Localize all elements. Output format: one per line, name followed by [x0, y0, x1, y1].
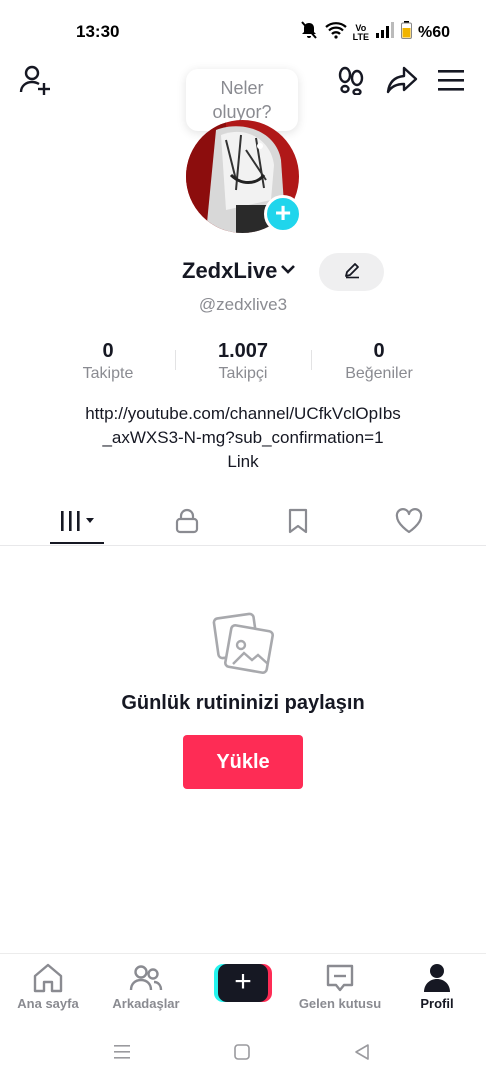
heart-icon [395, 507, 423, 539]
nav-label: Profil [420, 996, 454, 1011]
inbox-icon [295, 962, 385, 994]
stat-label: Takipçi [218, 365, 268, 382]
network-type: LTE [352, 31, 369, 42]
profile-icon [392, 962, 482, 994]
edit-profile-button[interactable] [319, 253, 384, 291]
bookmark-icon [287, 508, 309, 539]
volte-icon: Vo LTE [352, 22, 369, 42]
nav-label: Arkadaşlar [112, 996, 180, 1011]
back-triangle-icon[interactable] [350, 1040, 374, 1064]
person-add-icon [18, 63, 52, 102]
friends-icon [101, 962, 191, 994]
stat-value: 0 [373, 340, 385, 362]
photos-icon [212, 612, 274, 674]
share-profile-button[interactable] [384, 64, 420, 100]
stat-value: 1.007 [217, 340, 269, 362]
stat-following[interactable]: 0 Takipte [58, 340, 158, 383]
nav-friends[interactable]: Arkadaşlar [101, 962, 191, 1011]
lock-icon [175, 508, 199, 539]
create-icon: + [218, 964, 268, 1002]
add-friend-button[interactable] [17, 64, 53, 100]
chevron-down-icon [280, 262, 296, 280]
menu-button[interactable] [433, 64, 469, 100]
pencil-icon [343, 261, 361, 284]
share-icon [386, 65, 418, 100]
nav-inbox[interactable]: Gelen kutusu [295, 962, 385, 1011]
signal-icon [375, 22, 395, 43]
profile-bio[interactable]: http://youtube.com/channel/UCfkVclOpIbs … [0, 402, 486, 474]
plus-icon: + [274, 197, 292, 228]
status-bar: 13:30 Vo LTE %60 [0, 0, 486, 62]
battery-level: %60 [417, 23, 450, 41]
account-switcher[interactable]: ZedxLive [182, 258, 296, 284]
divider [175, 350, 176, 370]
profile-stats: 0 Takipte 1.007 Takipçi 0 Beğeniler [0, 340, 486, 390]
active-tab-indicator [50, 542, 104, 544]
nav-home[interactable]: Ana sayfa [3, 962, 93, 1011]
wifi-icon [324, 21, 347, 44]
footprints-button[interactable] [333, 64, 369, 100]
stat-label: Takipte [82, 365, 134, 382]
upload-button[interactable]: Yükle [183, 735, 303, 789]
divider [311, 350, 312, 370]
menu-icon [437, 68, 465, 97]
tab-private[interactable] [160, 500, 214, 546]
battery-icon [400, 21, 412, 44]
add-story-button[interactable]: + [264, 195, 302, 233]
nav-label: Gelen kutusu [298, 996, 382, 1011]
bottom-navigation: Ana sayfa Arkadaşlar + Gelen kutusu Prof… [0, 953, 486, 1021]
bio-line: http://youtube.com/channel/UCfkVclOpIbs [85, 404, 401, 423]
content-tabs [0, 500, 486, 546]
stat-value: 0 [102, 340, 114, 362]
home-icon [3, 962, 93, 994]
recent-apps-icon[interactable] [110, 1040, 134, 1064]
create-button[interactable]: + [214, 964, 272, 1002]
stat-followers[interactable]: 1.007 Takipçi [193, 340, 293, 383]
bio-line: _axWXS3-N-mg?sub_confirmation=1 [102, 428, 384, 447]
mute-icon [299, 20, 319, 45]
stat-likes[interactable]: 0 Beğeniler [324, 340, 434, 383]
nav-profile[interactable]: Profil [392, 962, 482, 1011]
empty-state-title: Günlük rutininizi paylaşın [121, 692, 365, 714]
footprints-icon [336, 65, 366, 100]
stat-label: Beğeniler [345, 365, 413, 382]
tooltip-line1: Neler [220, 78, 264, 98]
tab-saved[interactable] [271, 500, 325, 546]
user-handle: @zedxlive3 [198, 295, 288, 314]
home-square-icon[interactable] [230, 1040, 254, 1064]
bio-link[interactable]: Link [0, 450, 486, 474]
tab-liked[interactable] [382, 500, 436, 546]
videos-grid-icon [57, 509, 97, 538]
nav-label: Ana sayfa [17, 996, 79, 1011]
tab-videos[interactable] [50, 500, 104, 546]
system-navigation-bar [0, 1022, 486, 1080]
username: ZedxLive [182, 258, 278, 283]
status-time: 13:30 [76, 22, 120, 41]
status-icons: Vo LTE %60 [299, 20, 450, 45]
